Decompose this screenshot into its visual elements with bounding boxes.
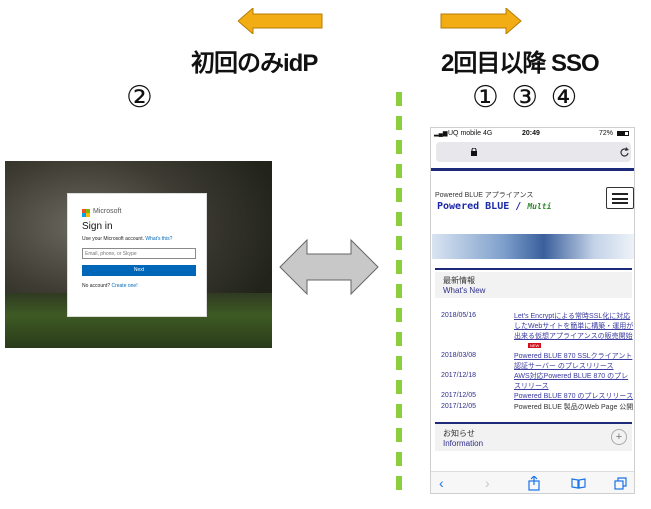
left-heading: 初回のみidP (191, 50, 318, 77)
battery-icon (617, 131, 629, 136)
news-date: 2017/12/18 (441, 372, 477, 379)
carrier-label: UQ mobile 4G (448, 130, 493, 137)
right-step-labels: ① ③ ④ (472, 81, 578, 114)
brand-label: Microsoft (93, 208, 122, 215)
whats-this-link[interactable]: What's this? (145, 236, 172, 242)
news-date: 2017/12/05 (441, 403, 477, 410)
news-title[interactable]: AWS対応Powered BLUE 870 のプレスリリース (514, 372, 634, 392)
phone-screen: ▂▄▆ UQ mobile 4G 20:49 72% Powered BLUE … (430, 127, 635, 494)
tabs-icon[interactable] (614, 477, 627, 490)
section-title-jp: 最新情報 (443, 276, 475, 285)
time-label: 20:49 (522, 130, 540, 137)
notice-heading[interactable]: お知らせ Information + (435, 424, 632, 451)
next-button[interactable]: Next (82, 265, 196, 276)
section-title-en: What's New (443, 286, 486, 295)
microsoft-logo-icon (82, 209, 90, 217)
url-bar[interactable] (436, 142, 631, 162)
signin-card: Microsoft Sign in Use your Microsoft acc… (67, 193, 207, 317)
notice-title-en: Information (443, 439, 484, 448)
email-input[interactable]: Email, phone, or Skype (82, 248, 196, 259)
new-badge: NEW (528, 343, 542, 348)
notice-title-jp: お知らせ (443, 429, 475, 438)
right-heading: 2回目以降 SSO (441, 50, 600, 77)
signin-title: Sign in (82, 221, 113, 232)
email-placeholder: Email, phone, or Skype (85, 251, 137, 257)
signal-icon: ▂▄▆ (434, 131, 448, 137)
news-date: 2018/05/16 (441, 312, 477, 319)
forward-icon[interactable]: › (485, 475, 490, 491)
logo-sub-text: Multi (527, 202, 552, 211)
news-title[interactable]: Powered BLUE 870 のプレスリリース (514, 392, 634, 402)
hamburger-icon (612, 193, 628, 204)
section-heading: 最新情報 What's New (435, 272, 632, 298)
next-label: Next (133, 267, 145, 273)
share-icon[interactable] (528, 476, 540, 491)
reload-icon[interactable] (620, 147, 629, 157)
battery-label: 72% (599, 130, 614, 137)
left-step-label: ② (126, 81, 153, 114)
arrow-right-icon (440, 8, 522, 34)
double-arrow-icon (279, 239, 379, 295)
menu-button[interactable] (606, 187, 634, 209)
site-logo[interactable]: Powered BLUE / Multi (437, 201, 551, 212)
back-icon[interactable]: ‹ (439, 475, 444, 491)
news-title[interactable]: Powered BLUE 製品のWeb Page 公開 (514, 403, 634, 413)
divider-line (396, 92, 402, 500)
lock-icon (471, 148, 477, 156)
arrow-left-icon (238, 8, 323, 34)
safari-toolbar: ‹ › (431, 471, 634, 493)
news-date: 2018/03/08 (441, 352, 477, 359)
bookmarks-icon[interactable] (571, 478, 586, 489)
banner-image (432, 234, 634, 259)
signin-prompt: Use your Microsoft account. (82, 236, 144, 242)
expand-icon[interactable]: + (611, 429, 627, 445)
news-title[interactable]: Let's Encryptによる常時SSL化に対応したWebサイトを簡単に構築・… (514, 312, 634, 342)
logo-main-text: Powered BLUE / (437, 201, 522, 212)
news-date: 2017/12/05 (441, 392, 477, 399)
news-title[interactable]: Powered BLUE 870 SSLクライアント認証サーバー のプレスリリー… (514, 352, 634, 372)
create-account-link[interactable]: Create one! (111, 283, 137, 289)
header-rule (431, 168, 634, 171)
section-rule (435, 268, 632, 270)
no-account-label: No account? (82, 283, 111, 289)
site-tagline: Powered BLUE アプライアンス (435, 192, 534, 199)
status-bar: ▂▄▆ UQ mobile 4G 20:49 72% (431, 128, 634, 139)
